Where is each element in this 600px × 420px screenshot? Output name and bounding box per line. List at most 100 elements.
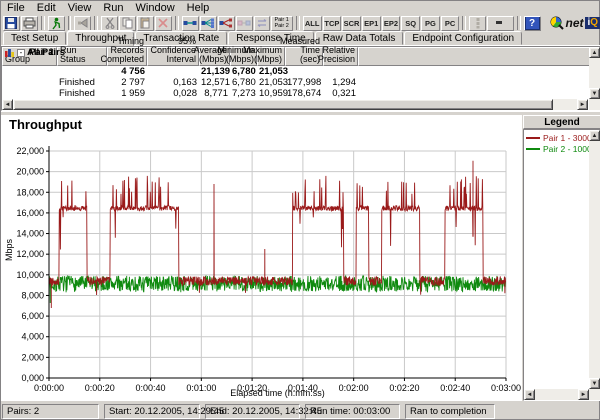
svg-text:4,000: 4,000 [21,332,44,342]
edit-pair-button[interactable] [218,16,235,31]
help-icon: ? [525,16,540,30]
print-button[interactable] [21,16,38,31]
svg-text:16,000: 16,000 [16,208,44,218]
delete-button[interactable] [155,16,172,31]
swap-endpoints-button[interactable] [254,16,271,31]
col-header-timing-records[interactable]: Timing Records Completed [107,47,147,66]
legend-h-scrollbar[interactable]: ◄ ► [524,389,589,400]
link-endpoints-button[interactable] [469,16,486,31]
copy-icon [122,17,133,29]
col-header-relative-precision[interactable]: Relative Precision [323,47,358,66]
maximum-cell: 10,959 [257,88,285,99]
h-scroll-thumb[interactable] [13,99,553,110]
menu-run[interactable]: Run [97,2,129,15]
run-test-button[interactable] [48,16,65,31]
minimum-cell: 6,780 [230,66,257,77]
netiq-net-text: net [566,16,584,30]
toolbar-separator [68,16,72,30]
status-pairs: Pairs: 2 [2,404,99,419]
print-icon [23,17,36,29]
chart-panel: Throughput Mbps Elapsed time (h:mm:ss) 2… [1,115,522,401]
toggle-tcp[interactable]: TCP [323,16,342,31]
average-cell: 21,139 [199,66,230,77]
swap-endpoints-icon [256,18,268,28]
tab-test-setup[interactable]: Test Setup [3,31,66,45]
toolbar-separator [41,16,45,30]
table-v-scrollbar[interactable]: ▲ ▼ [589,47,600,110]
tab-raw-data-totals[interactable]: Raw Data Totals [315,31,404,45]
stop-icon [77,18,89,28]
scroll-down-button[interactable]: ▼ [589,378,600,389]
toggle-scr[interactable]: SCR [342,16,361,31]
menu-view[interactable]: View [62,2,98,15]
col-header-confidence[interactable]: 95% Confidence Interval [147,47,199,66]
confidence-cell: 0,163 [147,77,199,88]
toolbar-separator [517,16,521,30]
status-run-time: Run time: 00:03:00 [305,404,400,419]
copy-button[interactable] [119,16,136,31]
toolbar-separator [175,16,179,30]
scroll-right-button[interactable]: ► [578,389,589,400]
toggle-ep2[interactable]: EP2 [382,16,401,31]
paste-button[interactable] [137,16,154,31]
add-multicast-group-icon [201,18,215,28]
records-cell: 1 959 [107,88,147,99]
menu-file[interactable]: File [1,2,31,15]
chart-title: Throughput [9,117,82,132]
scroll-left-button[interactable]: ◄ [2,99,13,110]
toolbar-separator [94,16,98,30]
chariot-app-window: { "menu": { "items": ["File", "Edit", "V… [0,0,600,420]
menu-bar: File Edit View Run Window Help [1,1,600,15]
precision-cell: 1,294 [323,77,358,88]
maximum-cell: 21,053 [257,77,285,88]
menu-edit[interactable]: Edit [31,2,62,15]
records-cell: 4 756 [107,66,147,77]
console-icon [495,20,505,26]
cut-button[interactable] [101,16,118,31]
status-start-time: Start: 20.12.2005, 14:29:45 [104,404,200,419]
stop-button[interactable] [74,16,91,31]
toggle-pg[interactable]: PG [421,16,440,31]
replicate-pair-button[interactable] [236,16,253,31]
legend-v-scrollbar[interactable]: ▲ ▼ [589,130,600,400]
time-cell: 177,998 [285,77,323,88]
toggle-pc[interactable]: PC [441,16,460,31]
throughput-chart: 22,00020,00018,00016,00014,00012,00010,0… [1,115,522,401]
save-button[interactable] [3,16,20,31]
scroll-down-button[interactable]: ▼ [589,88,600,99]
menu-help[interactable]: Help [181,2,216,15]
status-end-time: End: 20.12.2005, 14:32:45 [205,404,300,419]
svg-text:10,000: 10,000 [16,270,44,280]
group-cell: Pair 2 [29,47,54,58]
x-axis-label: Elapsed time (h:mm:ss) [49,388,506,398]
legend-title: Legend [523,115,600,129]
pair2-label: Pair 2 [274,23,292,29]
precision-cell: 0,321 [323,88,358,99]
add-multicast-group-button[interactable] [200,16,217,31]
toggle-all[interactable]: ALL [303,16,322,31]
add-pair-button[interactable] [182,16,199,31]
scroll-up-button[interactable]: ▲ [589,47,600,58]
scroll-left-button[interactable]: ◄ [524,389,535,400]
toggle-ep1[interactable]: EP1 [362,16,381,31]
svg-text:20,000: 20,000 [16,167,44,177]
console-button[interactable] [487,16,514,31]
svg-text:14,000: 14,000 [16,229,44,239]
toolbar: Pair 1 Pair 2 ALL TCP SCR EP1 EP2 SQ PG … [1,15,600,31]
netiq-iq-text: iQ [585,17,600,29]
legend-panel: Pair 1 - 30000 Pair 2 - 10000 ▲ ▼ ◄ ► [523,129,600,401]
scroll-up-button[interactable]: ▲ [589,130,600,141]
scroll-right-button[interactable]: ► [577,99,588,110]
svg-text:22,000: 22,000 [16,146,44,156]
collapse-all-pairs-toggle[interactable]: - [17,49,25,57]
help-button[interactable]: ? [524,16,541,31]
results-table: Group Run Status Timing Records Complete… [1,46,600,111]
run-status-cell: Finished [57,88,107,99]
paste-icon [140,17,151,29]
menu-window[interactable]: Window [130,2,181,15]
table-h-scrollbar[interactable]: ◄ ► [2,99,588,110]
pair-visibility-button[interactable]: Pair 1 Pair 2 [271,16,293,31]
tab-endpoint-configuration[interactable]: Endpoint Configuration [404,31,522,45]
toggle-sq[interactable]: SQ [401,16,420,31]
time-cell: 178,674 [285,88,323,99]
